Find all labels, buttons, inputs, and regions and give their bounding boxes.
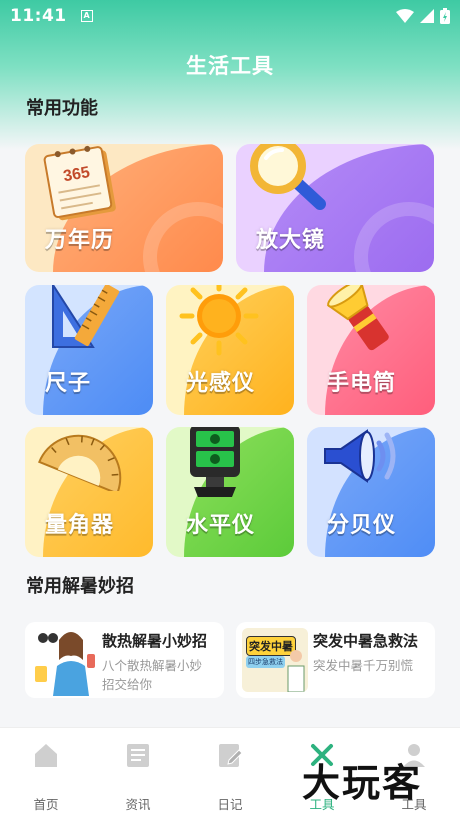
tool-label: 量角器 [45, 513, 115, 538]
tip-desc-line1: 八个散热解暑小妙 [102, 658, 203, 673]
tip-card-cooling[interactable]: 散热解暑小妙招 八个散热解暑小妙 招交给你 [25, 622, 224, 698]
thumbnail-subheading: 四步急救法 [246, 656, 285, 668]
flashlight-icon [326, 285, 389, 351]
doctor-illustration [287, 650, 305, 692]
nav-item-news[interactable]: 资讯 [92, 742, 184, 813]
diary-icon [219, 744, 243, 767]
speaker-icon [324, 429, 396, 483]
watermark-logo: 大玩客 [302, 760, 423, 805]
page-title: 生活工具 [186, 54, 274, 78]
nav-label: 资讯 [125, 797, 151, 812]
tip-card-first-aid[interactable]: 突发中暑 四步急救法 突发中暑急救法 突发中暑千万别慌 [236, 622, 435, 698]
sun-icon [179, 285, 259, 356]
tool-card-calendar[interactable]: 365 万年历 [25, 144, 223, 272]
tip-desc-line2: 招交给你 [102, 677, 153, 692]
laser-level-icon [190, 427, 240, 497]
tool-card-magnifier[interactable]: 放大镜 [236, 144, 434, 272]
tool-card-decibel[interactable]: 分贝仪 [307, 427, 435, 557]
nav-item-diary[interactable]: 日记 [184, 742, 276, 813]
battery-icon [440, 8, 450, 24]
tool-card-level[interactable]: 水平仪 [166, 427, 294, 557]
nav-label: 首页 [33, 797, 59, 812]
tool-card-protractor[interactable]: 量角器 [25, 427, 153, 557]
news-icon [127, 744, 149, 767]
tool-label: 分贝仪 [327, 513, 397, 538]
tip-title: 突发中暑急救法 [313, 632, 419, 650]
tool-label: 手电筒 [327, 371, 397, 396]
nav-item-home[interactable]: 首页 [0, 742, 92, 813]
first-aid-thumbnail: 突发中暑 四步急救法 [242, 628, 308, 692]
calendar-icon: 365 [43, 145, 116, 221]
notification-badge: A [80, 10, 93, 22]
status-bar: 11:41 A [0, 0, 460, 32]
ruler-icon [52, 285, 120, 348]
tip-desc-line1: 突发中暑千万别慌 [313, 658, 414, 673]
section-title-summer-tips: 常用解暑妙招 [26, 576, 134, 597]
tool-label: 光感仪 [186, 371, 256, 396]
tool-card-ruler[interactable]: 尺子 [25, 285, 153, 415]
section-title-common-functions: 常用功能 [26, 98, 98, 119]
nav-label: 日记 [217, 797, 243, 812]
tool-label: 水平仪 [186, 513, 256, 538]
protractor-icon [38, 434, 122, 491]
tool-label: 放大镜 [256, 228, 326, 253]
tool-label: 万年历 [45, 228, 115, 253]
tip-title: 散热解暑小妙招 [102, 632, 208, 650]
tool-card-light-meter[interactable]: 光感仪 [166, 285, 294, 415]
home-icon [35, 744, 57, 767]
tool-card-flashlight[interactable]: 手电筒 [307, 285, 435, 415]
tool-label: 尺子 [45, 371, 92, 396]
signal-icon [420, 9, 434, 23]
magnifier-icon [250, 144, 326, 210]
wifi-icon [396, 9, 414, 23]
cooling-tip-illustration [35, 632, 95, 696]
status-time: 11:41 [10, 6, 67, 26]
